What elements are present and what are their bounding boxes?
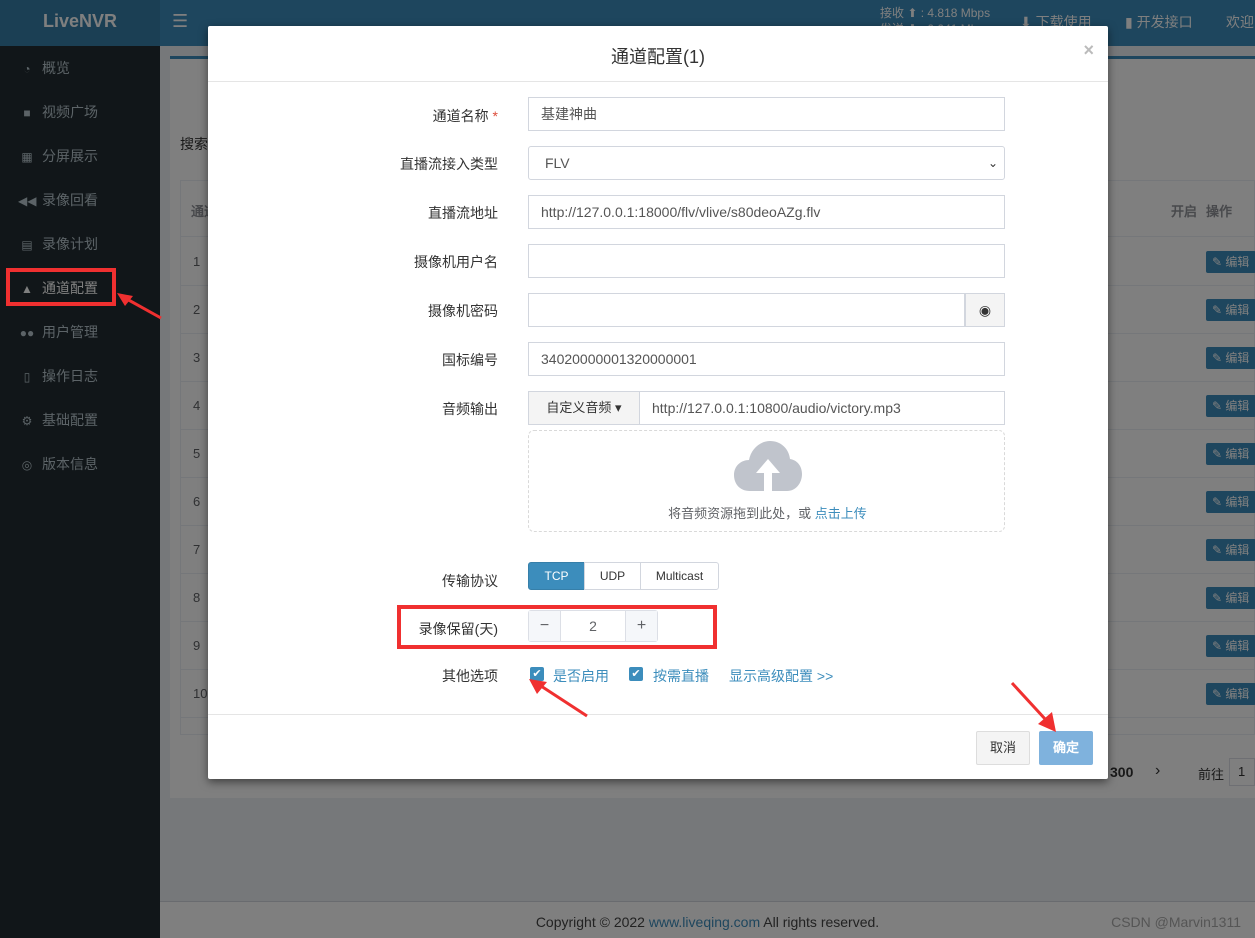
gb-code-input[interactable]: 34020000001320000001 [528, 342, 1005, 376]
audio-source-label: 自定义音频 [546, 400, 612, 415]
gb-code-label: 国标编号 [442, 352, 498, 368]
show-advanced-link[interactable]: 显示高级配置 >> [729, 666, 833, 686]
audio-url-input[interactable]: http://127.0.0.1:10800/audio/victory.mp3 [639, 391, 1005, 425]
modal-footer: 取消 确定 [208, 714, 1108, 779]
chevron-down-icon: ⌄ [987, 156, 998, 170]
stream-type-select[interactable]: FLV ⌄ [528, 146, 1005, 180]
annotation-arrow-checkbox [529, 679, 588, 718]
cancel-button[interactable]: 取消 [976, 731, 1030, 765]
camera-user-input[interactable] [528, 244, 1005, 278]
stream-url-input[interactable]: http://127.0.0.1:18000/flv/vlive/s80deoA… [528, 195, 1005, 229]
upload-link[interactable]: 点击上传 [815, 506, 867, 521]
annotation-box-retention [397, 605, 717, 649]
audio-output-label: 音频输出 [442, 401, 498, 417]
ok-button[interactable]: 确定 [1039, 731, 1093, 765]
modal-header: 通道配置(1) × [208, 26, 1108, 82]
upload-hint: 将音频资源拖到此处，或 点击上传 [529, 503, 1006, 522]
channel-config-modal: 通道配置(1) × 通道名称 * 基建神曲 直播流接入类型 FLV ⌄ 直播流地址… [208, 26, 1108, 779]
eye-slash-icon[interactable]: ◉ [965, 293, 1005, 327]
caret-down-icon: ▾ [615, 400, 622, 415]
upload-hint-text: 将音频资源拖到此处，或 [668, 506, 815, 521]
audio-upload-dropzone[interactable]: 将音频资源拖到此处，或 点击上传 [528, 430, 1005, 532]
name-label-text: 通道名称 [432, 108, 489, 124]
camera-user-label: 摄像机用户名 [414, 254, 498, 270]
stream-type-label: 直播流接入类型 [400, 156, 498, 172]
protocol-label: 传输协议 [442, 573, 498, 589]
stream-url-label: 直播流地址 [428, 205, 498, 221]
annotation-arrow-ok [1010, 681, 1056, 732]
protocol-udp-button[interactable]: UDP [584, 562, 641, 590]
protocol-tcp-button[interactable]: TCP [528, 562, 585, 590]
modal-title: 通道配置(1) [611, 47, 705, 67]
required-marker: * [492, 108, 498, 124]
name-label: 通道名称 * [328, 106, 498, 126]
cloud-upload-icon [734, 441, 802, 491]
on-demand-checkbox[interactable]: ✔ [629, 667, 643, 681]
annotation-arrow-sidebar [117, 293, 162, 320]
protocol-multicast-button[interactable]: Multicast [640, 562, 719, 590]
channel-name-input[interactable]: 基建神曲 [528, 97, 1005, 131]
stream-type-value: FLV [545, 155, 570, 171]
annotation-box-sidebar [6, 268, 116, 306]
audio-source-dropdown[interactable]: 自定义音频 ▾ [528, 391, 640, 425]
camera-password-label: 摄像机密码 [428, 303, 498, 319]
close-icon[interactable]: × [1083, 40, 1094, 61]
on-demand-label[interactable]: 按需直播 [653, 666, 709, 686]
watermark: CSDN @Marvin1311 [1111, 914, 1241, 930]
camera-password-input[interactable] [528, 293, 965, 327]
other-options-label: 其他选项 [442, 668, 498, 684]
